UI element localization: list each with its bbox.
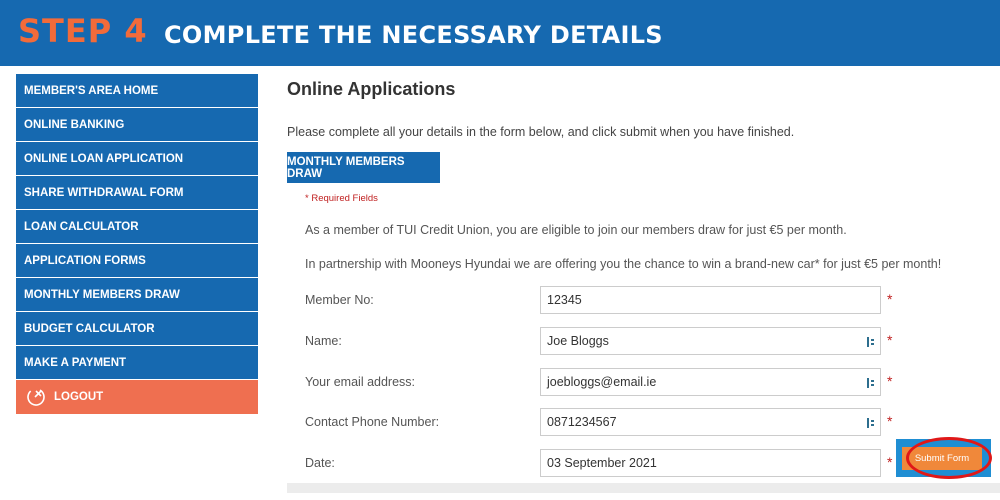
phone-field[interactable]: 0871234567 xyxy=(540,408,881,436)
sidebar-item-label: APPLICATION FORMS xyxy=(24,254,146,267)
tab-monthly-members-draw[interactable]: MONTHLY MEMBERS DRAW xyxy=(287,152,440,183)
sidebar-item-share-withdrawal-form[interactable]: SHARE WITHDRAWAL FORM xyxy=(16,176,258,210)
power-icon xyxy=(26,387,46,407)
sidebar-item-budget-calculator[interactable]: BUDGET CALCULATOR xyxy=(16,312,258,346)
logout-label: LOGOUT xyxy=(54,391,104,403)
email-field[interactable]: joebloggs@email.ie xyxy=(540,368,881,396)
member-no-label: Member No: xyxy=(305,293,374,307)
required-star: * xyxy=(887,454,893,470)
required-star: * xyxy=(887,332,893,348)
sidebar-item-make-a-payment[interactable]: MAKE A PAYMENT xyxy=(16,346,258,380)
email-label: Your email address: xyxy=(305,375,416,389)
sidebar-item-label: MONTHLY MEMBERS DRAW xyxy=(24,288,180,301)
date-label: Date: xyxy=(305,456,335,470)
sidebar-item-application-forms[interactable]: APPLICATION FORMS xyxy=(16,244,258,278)
application-form: * Required Fields As a member of TUI Cre… xyxy=(287,183,1000,493)
promotion-text: In partnership with Mooneys Hyundai we a… xyxy=(305,257,942,271)
form-footer-bar xyxy=(287,483,1000,493)
name-label: Name: xyxy=(305,334,342,348)
sidebar-item-label: ONLINE LOAN APPLICATION xyxy=(24,152,184,165)
sidebar-item-label: SHARE WITHDRAWAL FORM xyxy=(24,186,184,199)
page-title: Online Applications xyxy=(287,79,456,99)
sidebar-item-label: BUDGET CALCULATOR xyxy=(24,322,155,335)
required-star: * xyxy=(887,373,893,389)
required-star: * xyxy=(887,413,893,429)
sidebar-item-online-loan-application[interactable]: ONLINE LOAN APPLICATION xyxy=(16,142,258,176)
member-no-field[interactable]: 12345 xyxy=(540,286,881,314)
phone-value: 0871234567 xyxy=(547,415,617,429)
autofill-icon[interactable] xyxy=(866,377,876,389)
sidebar-nav: MEMBER'S AREA HOME ONLINE BANKING ONLINE… xyxy=(16,74,258,414)
header-banner: STEP 4 COMPLETE THE NECESSARY DETAILS xyxy=(0,0,1000,66)
member-no-value: 12345 xyxy=(547,293,582,307)
sidebar-item-online-banking[interactable]: ONLINE BANKING xyxy=(16,108,258,142)
logout-button[interactable]: LOGOUT xyxy=(16,380,258,414)
eligibility-text: As a member of TUI Credit Union, you are… xyxy=(305,223,847,237)
sidebar-item-label: MAKE A PAYMENT xyxy=(24,356,127,369)
sidebar-item-monthly-members-draw[interactable]: MONTHLY MEMBERS DRAW xyxy=(16,278,258,312)
name-value: Joe Bloggs xyxy=(547,334,609,348)
phone-label: Contact Phone Number: xyxy=(305,415,440,429)
sidebar-item-members-area-home[interactable]: MEMBER'S AREA HOME xyxy=(16,74,258,108)
sidebar-item-label: LOAN CALCULATOR xyxy=(24,220,139,233)
required-fields-note: * Required Fields xyxy=(305,193,378,204)
date-field[interactable]: 03 September 2021 xyxy=(540,449,881,477)
banner-title: COMPLETE THE NECESSARY DETAILS xyxy=(164,21,663,49)
autofill-icon[interactable] xyxy=(866,417,876,429)
email-value: joebloggs@email.ie xyxy=(547,375,657,389)
highlight-circle xyxy=(906,437,992,479)
sidebar-item-loan-calculator[interactable]: LOAN CALCULATOR xyxy=(16,210,258,244)
step-number: STEP 4 xyxy=(18,12,148,50)
sidebar-item-label: MEMBER'S AREA HOME xyxy=(24,84,159,97)
intro-text: Please complete all your details in the … xyxy=(287,125,795,139)
sidebar-item-label: ONLINE BANKING xyxy=(24,118,125,131)
autofill-icon[interactable] xyxy=(866,336,876,348)
date-value: 03 September 2021 xyxy=(547,456,657,470)
name-field[interactable]: Joe Bloggs xyxy=(540,327,881,355)
required-star: * xyxy=(887,291,893,307)
